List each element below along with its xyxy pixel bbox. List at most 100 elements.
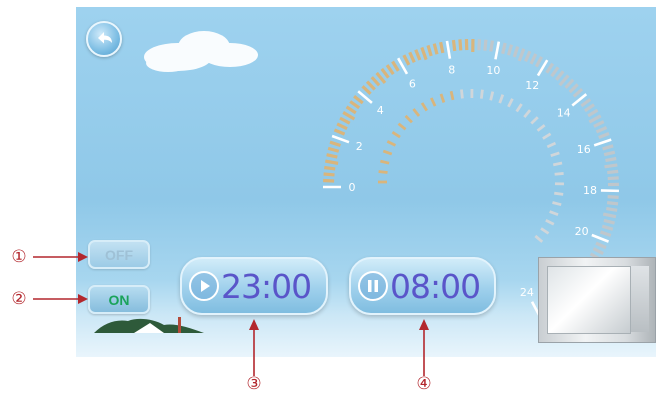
dial-minor-tick xyxy=(595,126,608,134)
dial-major-tick xyxy=(593,138,612,147)
dial-major-tick xyxy=(591,233,610,243)
play-icon xyxy=(189,271,219,301)
inner-dial-tick xyxy=(554,172,564,176)
dial-tick-label: 8 xyxy=(448,64,455,77)
inner-dial-tick xyxy=(378,170,388,174)
oven-door xyxy=(547,266,631,334)
inner-dial-tick xyxy=(530,116,539,125)
dial-tick-label: 4 xyxy=(377,104,384,117)
inner-dial-tick xyxy=(523,109,532,118)
dial-minor-tick xyxy=(324,165,336,171)
dial-minor-tick xyxy=(361,85,372,95)
inner-dial-tick xyxy=(536,124,546,132)
stop-time: 08:00 xyxy=(390,266,481,306)
dial-minor-tick xyxy=(458,39,463,51)
dial-minor-tick xyxy=(512,46,520,58)
dial-tick-label: 10 xyxy=(486,64,500,77)
inner-dial-tick xyxy=(545,218,555,226)
inner-dial-tick xyxy=(397,122,407,131)
dial-minor-tick xyxy=(451,39,457,52)
inner-dial-tick xyxy=(429,97,437,107)
inner-dial-tick xyxy=(439,93,446,103)
inner-dial-tick xyxy=(382,149,393,156)
dial-minor-tick xyxy=(529,53,538,65)
dial-minor-tick xyxy=(370,76,381,87)
dial-minor-tick xyxy=(534,56,543,68)
pause-icon xyxy=(358,271,388,301)
dial-minor-tick xyxy=(604,163,618,169)
inner-dial-tick xyxy=(552,161,563,167)
island-decoration xyxy=(94,317,204,333)
dial-minor-tick xyxy=(408,51,416,63)
on-button[interactable]: ON xyxy=(88,285,150,314)
annotation-3: ③ xyxy=(246,374,262,394)
dial-minor-tick xyxy=(326,153,338,159)
dial-minor-tick xyxy=(342,111,356,121)
dial-minor-tick xyxy=(365,80,376,91)
dial-tick-label: 16 xyxy=(577,143,591,156)
inner-dial-tick xyxy=(554,191,564,196)
dial-minor-tick xyxy=(602,212,617,219)
oven-panel xyxy=(631,266,649,332)
dial-minor-tick xyxy=(599,230,612,238)
dial-minor-tick xyxy=(545,62,555,74)
dial-minor-tick xyxy=(607,176,619,181)
inner-dial-tick xyxy=(380,159,390,165)
dial-minor-tick xyxy=(375,71,387,84)
inner-dial-tick xyxy=(552,201,562,207)
dial-minor-tick xyxy=(568,83,579,94)
dial-minor-tick xyxy=(588,114,602,124)
dial-minor-tick xyxy=(595,241,607,250)
inner-dial-tick xyxy=(449,90,455,101)
dial-tick-label: 2 xyxy=(356,140,363,153)
dial-minor-tick xyxy=(606,206,618,212)
dial-minor-tick xyxy=(606,201,619,206)
dial-minor-tick xyxy=(605,156,617,163)
inner-dial-tick xyxy=(534,234,544,243)
dial-minor-tick xyxy=(506,44,514,56)
oven-image xyxy=(538,257,656,343)
stop-timer-button[interactable]: 08:00 xyxy=(349,257,496,315)
dial-minor-tick xyxy=(402,54,411,66)
dial-minor-tick xyxy=(598,132,610,139)
dial-minor-tick xyxy=(587,108,599,118)
dial-major-tick xyxy=(494,41,501,60)
dial-tick-label: 6 xyxy=(409,77,416,90)
off-button[interactable]: OFF xyxy=(88,240,150,269)
inner-dial-tick xyxy=(549,210,559,217)
dial-minor-tick xyxy=(339,116,351,125)
dial-minor-tick xyxy=(607,169,619,175)
dial-minor-tick xyxy=(501,42,507,55)
dial-tick-label: 0 xyxy=(349,181,356,194)
dial-minor-tick xyxy=(603,218,615,225)
dial-tick-label: 20 xyxy=(575,225,589,238)
dial-minor-tick xyxy=(477,39,482,51)
dial-minor-tick xyxy=(603,150,616,157)
dial-minor-tick xyxy=(524,50,532,62)
inner-dial-tick xyxy=(489,91,495,101)
inner-dial-tick xyxy=(507,98,514,108)
inner-dial-tick xyxy=(550,151,560,158)
dial-minor-tick xyxy=(380,67,390,79)
dial-major-tick xyxy=(331,134,350,144)
inner-dial-tick xyxy=(542,132,552,140)
inner-dial-tick xyxy=(420,102,428,112)
inner-dial-tick xyxy=(460,89,464,99)
dial-minor-tick xyxy=(572,88,584,98)
dial-minor-tick xyxy=(602,144,614,151)
start-timer-button[interactable]: 23:00 xyxy=(180,257,328,315)
dial-tick-label: 12 xyxy=(525,79,539,92)
dial-tick-label: 18 xyxy=(583,184,597,197)
dial-minor-tick xyxy=(327,146,340,153)
dial-minor-tick xyxy=(592,247,604,255)
inner-dial-tick xyxy=(515,103,523,113)
dial-minor-tick xyxy=(517,48,526,62)
annotation-4: ④ xyxy=(416,374,432,394)
dial-minor-tick xyxy=(558,74,570,87)
dial-minor-tick xyxy=(580,98,592,108)
dial-minor-tick xyxy=(353,95,364,105)
inner-dial-tick xyxy=(479,89,484,99)
dial-tick-label: 14 xyxy=(557,106,571,119)
dial-minor-tick xyxy=(607,195,619,199)
dial-minor-tick xyxy=(439,41,445,54)
